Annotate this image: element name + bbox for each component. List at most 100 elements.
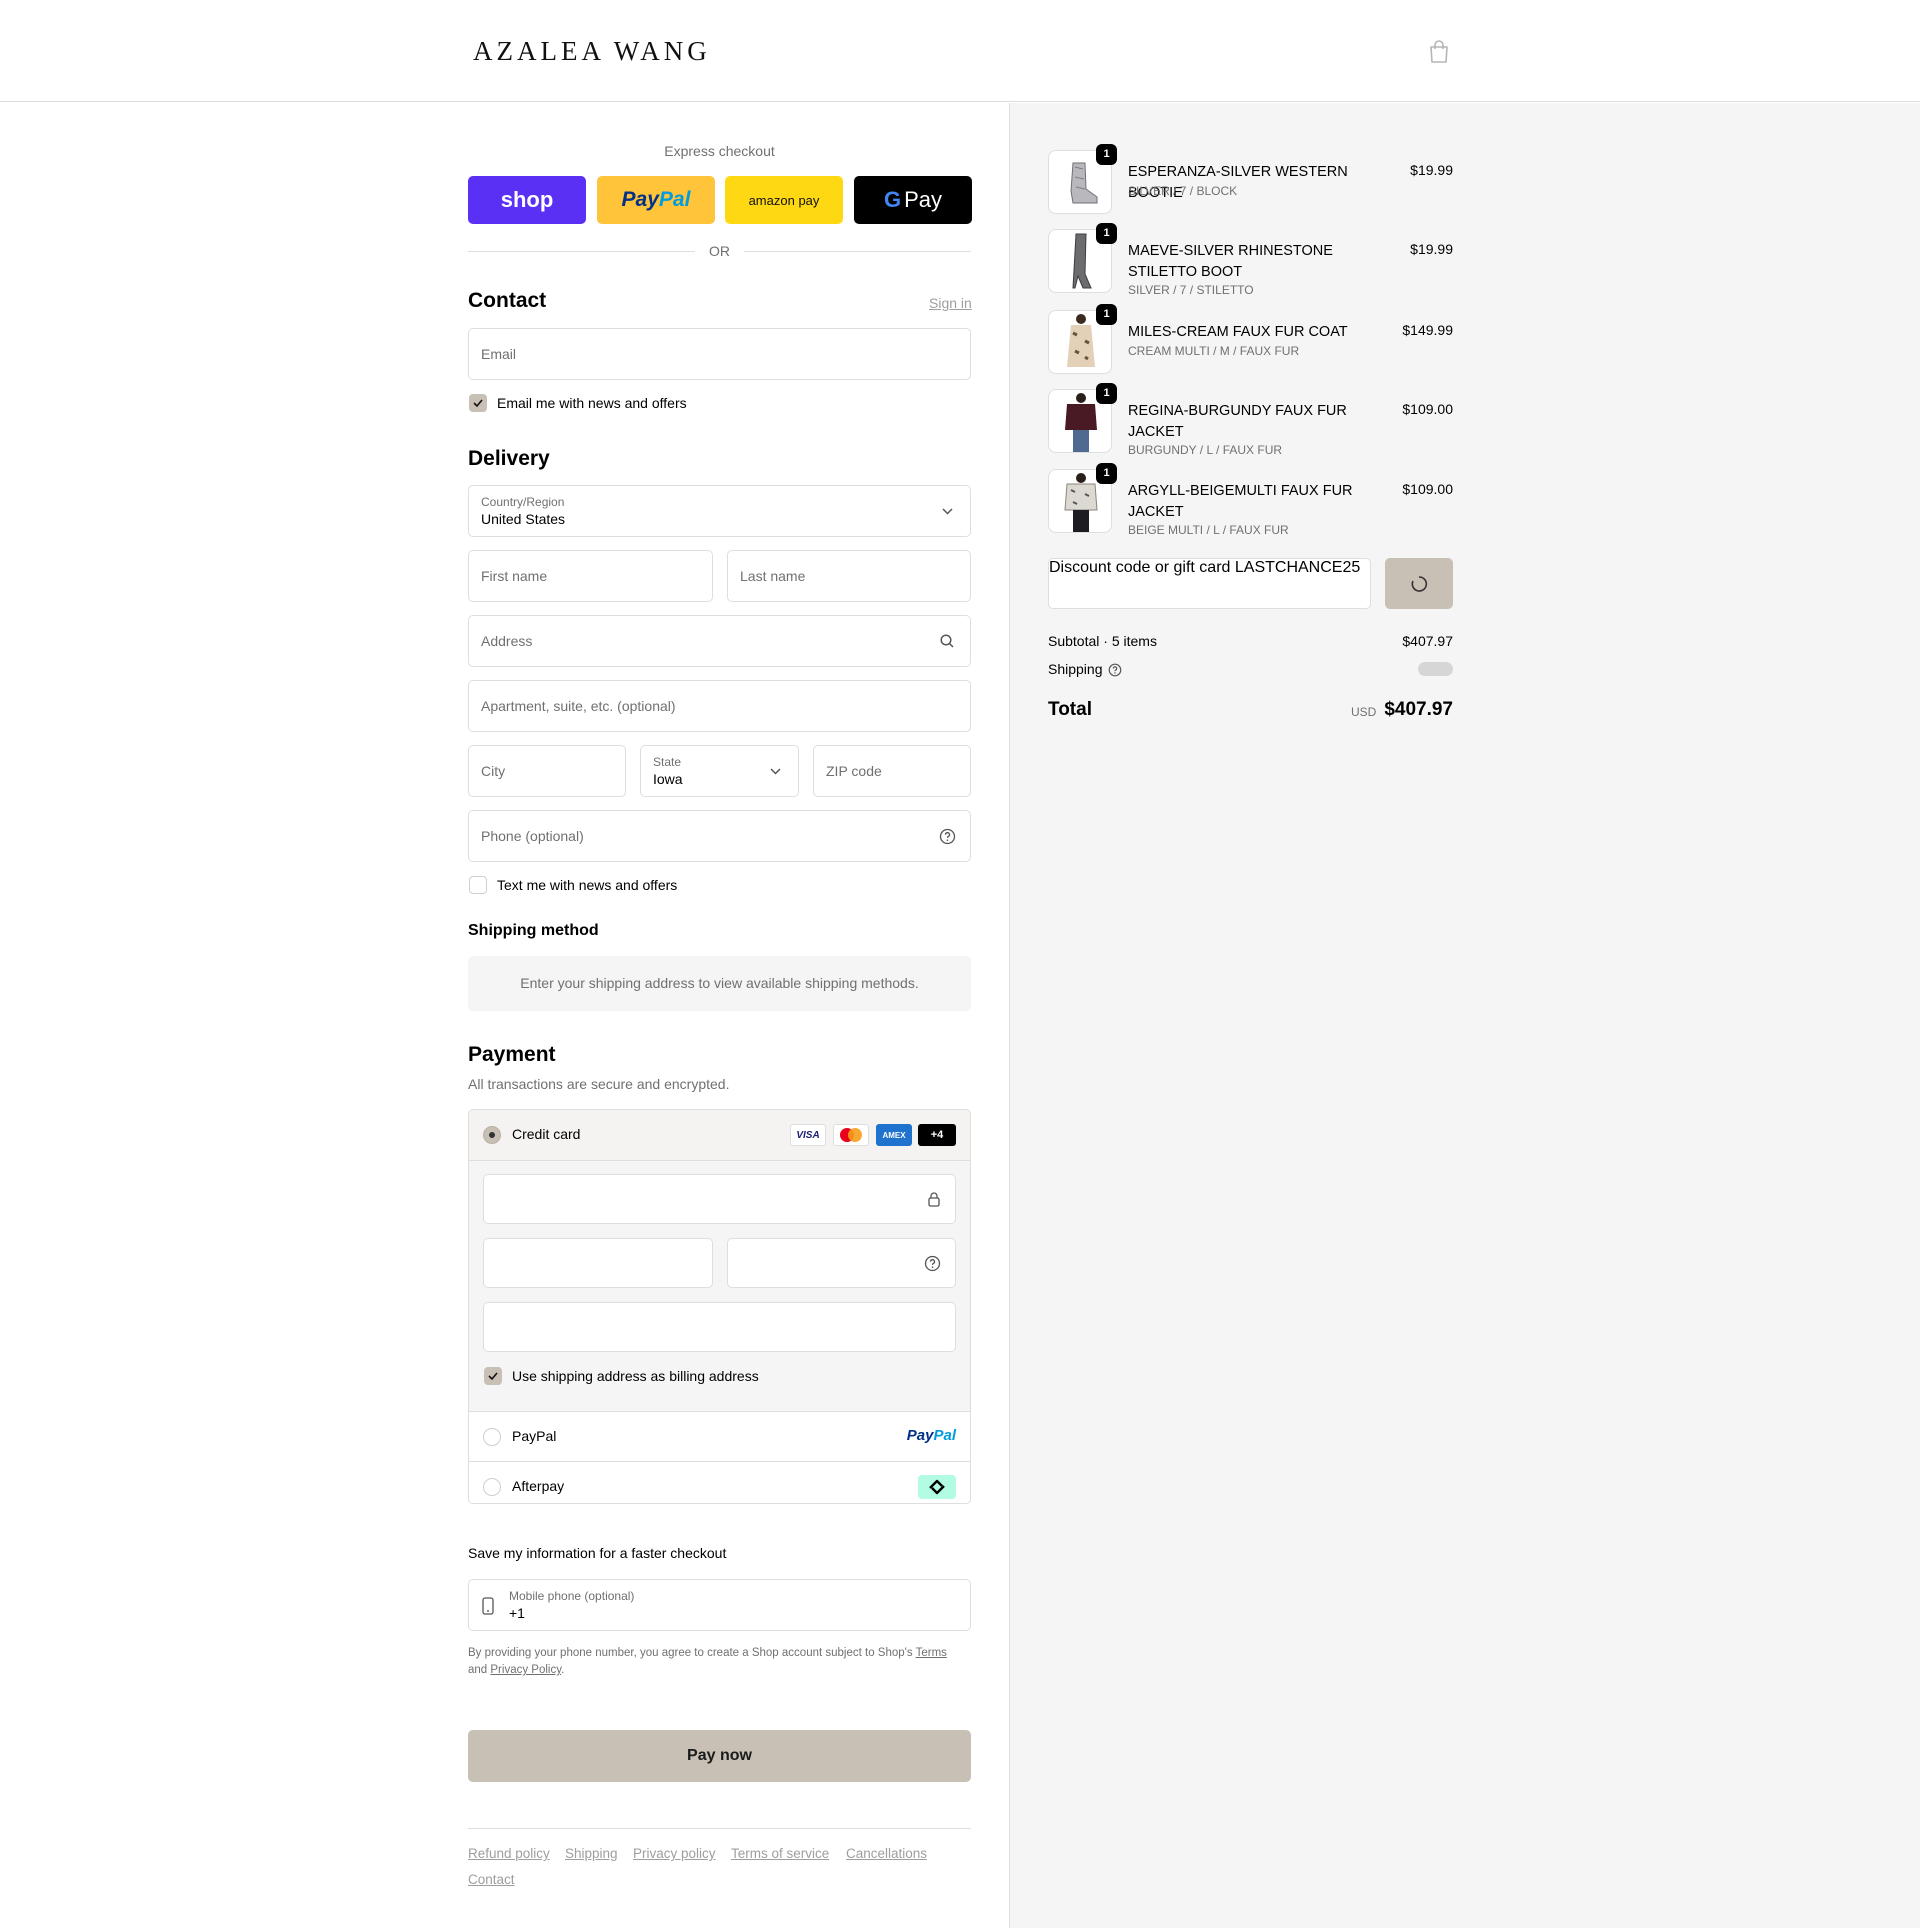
product-name: MILES-CREAM FAUX FUR COAT bbox=[1128, 324, 1348, 340]
discount-label: Discount code or gift card bbox=[1049, 559, 1231, 576]
shipping-loading-placeholder bbox=[1418, 662, 1453, 676]
state-select[interactable]: State Iowa bbox=[640, 745, 799, 797]
product-variant: BURGUNDY / L / FAUX FUR bbox=[1128, 443, 1283, 457]
product-variant: CREAM MULTI / M / FAUX FUR bbox=[1128, 344, 1300, 358]
name-on-card-field[interactable] bbox=[483, 1302, 956, 1352]
mobile-phone-value: +1 bbox=[509, 1605, 525, 1621]
google-pay-label: Pay bbox=[904, 187, 943, 212]
paypal-express-button[interactable]: Pay Pal bbox=[597, 176, 715, 224]
privacy-policy-link[interactable]: Privacy Policy bbox=[490, 1664, 561, 1676]
security-code-field[interactable] bbox=[727, 1238, 956, 1288]
last-name-field[interactable]: Last name bbox=[727, 550, 971, 602]
help-icon[interactable] bbox=[1108, 663, 1122, 682]
line-item: 1 REGINA-BURGUNDY FAUX FUR JACKET BURGUN… bbox=[1048, 383, 1453, 457]
subtotal-label: Subtotal · 5 items bbox=[1048, 633, 1157, 649]
quantity-badge: 1 bbox=[1096, 383, 1117, 404]
mobile-phone-label: Mobile phone (optional) bbox=[509, 1589, 635, 1603]
chevron-down-icon bbox=[939, 503, 956, 520]
zip-field[interactable]: ZIP code bbox=[813, 745, 971, 797]
apartment-field[interactable]: Apartment, suite, etc. (optional) bbox=[468, 680, 971, 732]
state-label: State bbox=[653, 755, 682, 769]
amex-icon: AMEX bbox=[876, 1124, 912, 1146]
line-item: 1 ARGYLL-BEIGEMULTI FAUX FUR JACKET BEIG… bbox=[1048, 463, 1453, 537]
zip-placeholder: ZIP code bbox=[826, 763, 882, 779]
paypal-label: PayPal bbox=[512, 1428, 557, 1444]
expiration-field[interactable] bbox=[483, 1238, 713, 1288]
shop-pay-button[interactable]: shop bbox=[468, 176, 586, 224]
quantity-badge: 1 bbox=[1096, 223, 1117, 244]
discount-code-field[interactable]: Discount code or gift card LASTCHANCE25 bbox=[1048, 558, 1371, 609]
discount-value: LASTCHANCE25 bbox=[1234, 559, 1361, 576]
afterpay-logo-icon bbox=[918, 1475, 956, 1499]
credit-card-form: Use shipping address as billing address bbox=[469, 1161, 970, 1412]
store-logo[interactable]: AZALEA WANG bbox=[473, 36, 711, 67]
product-price: $149.99 bbox=[1402, 322, 1453, 338]
amazon-pay-label: amazon pay bbox=[748, 192, 820, 208]
payment-subtitle: All transactions are secure and encrypte… bbox=[468, 1076, 730, 1092]
shipping-label: Shipping bbox=[1048, 661, 1103, 677]
credit-card-radio[interactable] bbox=[483, 1126, 501, 1144]
legal-and-text: and bbox=[468, 1664, 488, 1676]
email-news-checkbox[interactable] bbox=[469, 394, 487, 412]
first-name-placeholder: First name bbox=[481, 568, 548, 584]
address-placeholder: Address bbox=[481, 633, 533, 649]
product-name: REGINA-BURGUNDY FAUX FUR JACKET bbox=[1128, 403, 1347, 440]
phone-placeholder: Phone (optional) bbox=[481, 828, 584, 844]
city-field[interactable]: City bbox=[468, 745, 626, 797]
shipping-method-heading: Shipping method bbox=[468, 922, 599, 939]
email-field[interactable]: Email bbox=[468, 328, 971, 380]
help-icon[interactable] bbox=[939, 828, 956, 845]
more-cards-badge: +4 bbox=[918, 1124, 956, 1146]
phone-field[interactable]: Phone (optional) bbox=[468, 810, 971, 862]
shop-pay-label: shop bbox=[500, 187, 554, 212]
state-value: Iowa bbox=[653, 771, 683, 787]
footer-link-shipping[interactable]: Shipping bbox=[565, 1846, 618, 1861]
footer-link-refund-policy[interactable]: Refund policy bbox=[468, 1846, 550, 1861]
billing-address-label: Use shipping address as billing address bbox=[512, 1368, 759, 1384]
paypal-radio[interactable] bbox=[483, 1428, 501, 1446]
text-news-label: Text me with news and offers bbox=[497, 877, 678, 893]
footer-link-privacy-policy[interactable]: Privacy policy bbox=[633, 1846, 716, 1861]
footer-link-contact[interactable]: Contact bbox=[468, 1872, 515, 1887]
product-price: $19.99 bbox=[1410, 241, 1453, 257]
credit-card-option[interactable]: Credit card VISA AMEX +4 bbox=[469, 1110, 970, 1161]
quantity-badge: 1 bbox=[1096, 304, 1117, 325]
save-info-title: Save my information for a faster checkou… bbox=[468, 1545, 727, 1561]
paypal-pay-label: Pay bbox=[621, 188, 659, 211]
amazon-pay-button[interactable]: amazon pay bbox=[725, 176, 843, 224]
email-news-label: Email me with news and offers bbox=[497, 395, 687, 411]
legal-text: By providing your phone number, you agre… bbox=[468, 1647, 913, 1659]
pay-now-button[interactable]: Pay now bbox=[468, 1730, 971, 1782]
footer-link-cancellations[interactable]: Cancellations bbox=[846, 1846, 927, 1861]
mobile-phone-field[interactable]: Mobile phone (optional) +1 bbox=[468, 1579, 971, 1631]
payment-methods: Credit card VISA AMEX +4 Use shipping ad… bbox=[468, 1109, 971, 1504]
delivery-heading: Delivery bbox=[468, 447, 550, 470]
quantity-badge: 1 bbox=[1096, 144, 1117, 165]
afterpay-option[interactable]: Afterpay bbox=[469, 1462, 970, 1503]
google-g-icon: G bbox=[883, 187, 902, 212]
total-label: Total bbox=[1048, 699, 1092, 720]
loading-spinner-icon bbox=[1409, 574, 1429, 599]
first-name-field[interactable]: First name bbox=[468, 550, 713, 602]
billing-address-checkbox[interactable] bbox=[484, 1367, 502, 1385]
address-field[interactable]: Address bbox=[468, 615, 971, 667]
afterpay-radio[interactable] bbox=[483, 1478, 501, 1496]
sign-in-link[interactable]: Sign in bbox=[929, 295, 972, 311]
mobile-phone-icon bbox=[481, 1596, 495, 1621]
email-placeholder: Email bbox=[481, 346, 517, 362]
product-name: ARGYLL-BEIGEMULTI FAUX FUR JACKET bbox=[1128, 483, 1353, 520]
country-select[interactable]: Country/Region United States bbox=[468, 485, 971, 537]
card-number-field[interactable] bbox=[483, 1174, 956, 1224]
paypal-option[interactable]: PayPal PayPal bbox=[469, 1412, 970, 1462]
shop-legal-text: By providing your phone number, you agre… bbox=[468, 1647, 947, 1676]
help-icon[interactable] bbox=[924, 1255, 941, 1277]
google-pay-button[interactable]: G Pay bbox=[854, 176, 972, 224]
product-variant: BEIGE MULTI / L / FAUX FUR bbox=[1128, 523, 1289, 537]
terms-link[interactable]: Terms bbox=[916, 1647, 947, 1659]
apply-discount-button[interactable] bbox=[1385, 558, 1453, 609]
text-news-checkbox[interactable] bbox=[469, 876, 487, 894]
chevron-down-icon bbox=[767, 763, 784, 780]
shopping-bag-icon[interactable] bbox=[1428, 40, 1452, 64]
total-value: $407.97 bbox=[1384, 699, 1453, 720]
footer-link-terms[interactable]: Terms of service bbox=[731, 1846, 829, 1861]
